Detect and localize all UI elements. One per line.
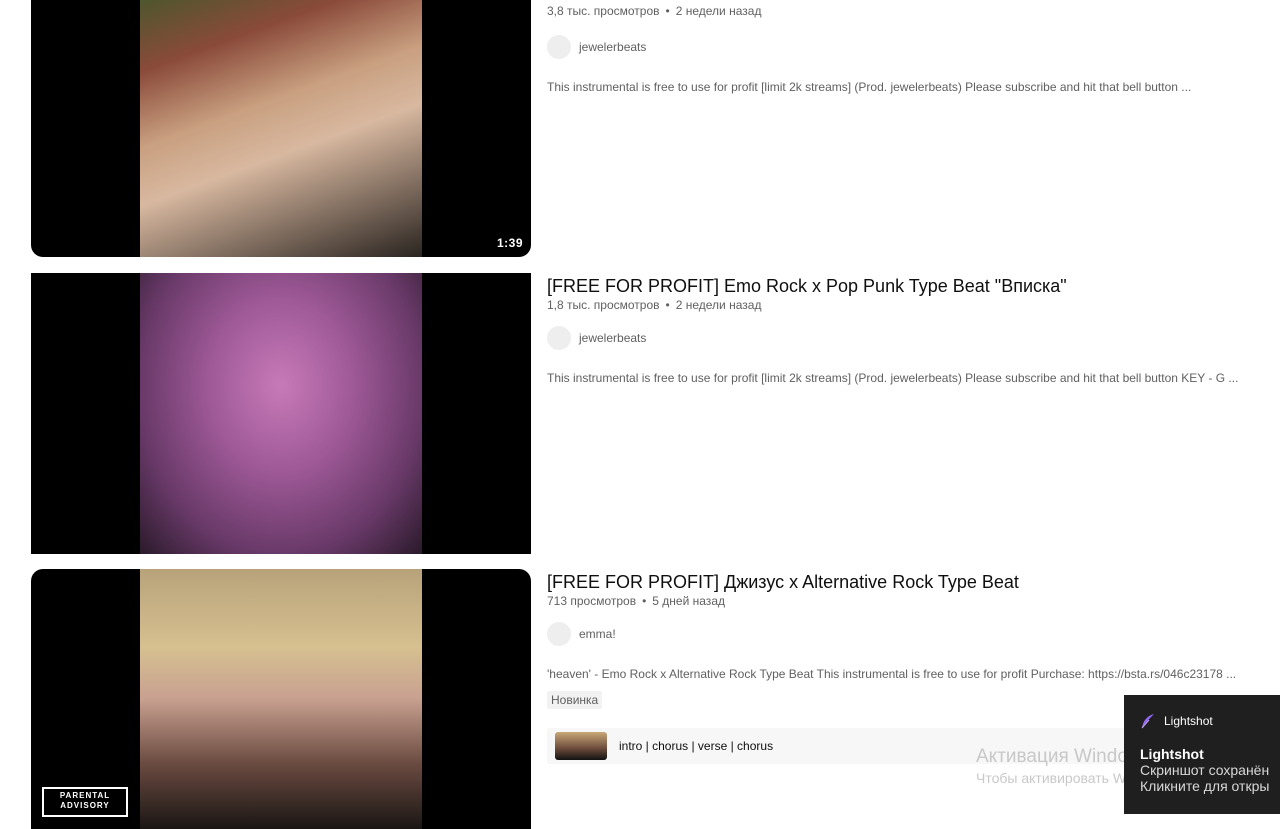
channel-name[interactable]: jewelerbeats bbox=[579, 40, 646, 54]
view-count: 713 просмотров bbox=[547, 594, 637, 608]
video-info: [FREE FOR PROFIT] Джизус x Alternative R… bbox=[547, 570, 1247, 709]
meta-separator: • bbox=[665, 298, 670, 312]
video-description: 'heaven' - Emo Rock x Alternative Rock T… bbox=[547, 667, 1237, 681]
meta-separator: • bbox=[642, 594, 647, 608]
upload-age: 2 недели назад bbox=[675, 4, 762, 18]
channel-link[interactable]: emma! bbox=[547, 622, 1247, 646]
video-description: This instrumental is free to use for pro… bbox=[547, 80, 1192, 94]
video-info: [FREE FOR PROFIT] Emo Rock x Pop Punk Ty… bbox=[547, 274, 1247, 385]
channel-name[interactable]: emma! bbox=[579, 627, 616, 641]
channel-avatar[interactable] bbox=[547, 622, 571, 646]
app-name: Lightshot bbox=[1164, 714, 1213, 728]
feather-icon bbox=[1141, 714, 1154, 729]
video-result[interactable]: 1:39 3,8 тыс. просмотров • 2 недели назад … bbox=[31, 0, 1261, 257]
view-count: 1,8 тыс. просмотров bbox=[547, 298, 660, 312]
channel-link[interactable]: jewelerbeats bbox=[547, 35, 1247, 59]
duration-badge: 1:39 bbox=[496, 236, 523, 250]
chapter-labels[interactable]: intro | chorus | verse | chorus bbox=[619, 739, 773, 753]
upload-age: 2 недели назад bbox=[675, 298, 762, 312]
channel-link[interactable]: jewelerbeats bbox=[547, 326, 1247, 350]
video-meta: 713 просмотров • 5 дней назад bbox=[547, 594, 1247, 608]
new-badge: Новинка bbox=[547, 691, 603, 709]
channel-name[interactable]: jewelerbeats bbox=[579, 331, 646, 345]
notification-title: Lightshot bbox=[1140, 746, 1204, 762]
video-meta: 1,8 тыс. просмотров • 2 недели назад bbox=[547, 298, 1247, 312]
parental-advisory-logo: PARENTAL ADVISORY bbox=[42, 787, 128, 817]
upload-age: 5 дней назад bbox=[652, 594, 725, 608]
video-description: This instrumental is free to use for pro… bbox=[547, 371, 1239, 385]
channel-avatar[interactable] bbox=[547, 326, 571, 350]
notification-line1: Скриншот сохранён bbox=[1140, 762, 1270, 778]
meta-separator: • bbox=[665, 4, 670, 18]
video-thumbnail[interactable]: PARENTAL ADVISORY bbox=[31, 569, 531, 829]
video-thumbnail[interactable]: 1:39 bbox=[31, 0, 531, 257]
view-count: 3,8 тыс. просмотров bbox=[547, 4, 660, 18]
thumbnail-image bbox=[140, 0, 422, 257]
thumbnail-image bbox=[140, 273, 422, 554]
video-meta: 3,8 тыс. просмотров • 2 недели назад bbox=[547, 4, 1247, 18]
video-title[interactable]: [FREE FOR PROFIT] Emo Rock x Pop Punk Ty… bbox=[547, 274, 1247, 298]
video-title[interactable]: [FREE FOR PROFIT] Джизус x Alternative R… bbox=[547, 570, 1247, 594]
channel-avatar[interactable] bbox=[547, 35, 571, 59]
notification-line2: Кликните для откры bbox=[1140, 778, 1270, 794]
chapter-thumbnail[interactable] bbox=[555, 732, 607, 760]
notification-header: Lightshot bbox=[1140, 713, 1280, 729]
thumbnail-image bbox=[140, 569, 422, 829]
video-thumbnail[interactable] bbox=[31, 273, 531, 554]
video-info: 3,8 тыс. просмотров • 2 недели назад jewel… bbox=[547, 4, 1247, 94]
video-result[interactable]: [FREE FOR PROFIT] Emo Rock x Pop Punk Ty… bbox=[31, 273, 1261, 554]
lightshot-notification[interactable]: Lightshot Lightshot Скриншот сохранён Кл… bbox=[1124, 695, 1280, 814]
